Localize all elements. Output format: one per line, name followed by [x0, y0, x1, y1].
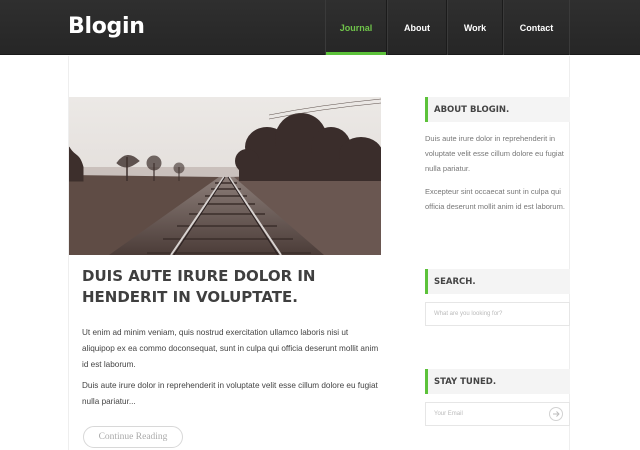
nav-item-work[interactable]: Work — [447, 0, 503, 55]
post-title[interactable]: DUIS AUTE IRURE DOLOR IN HENDERIT IN VOL… — [82, 266, 382, 308]
search-input[interactable]: What are you looking for? — [425, 302, 570, 326]
site-logo[interactable]: Blogin — [68, 14, 145, 39]
top-navigation-bar: Blogin Journal About Work Contact — [0, 0, 640, 55]
post-featured-image[interactable] — [69, 97, 381, 255]
about-text-2: Excepteur sint occaecat sunt in culpa qu… — [425, 187, 565, 211]
post-excerpt-paragraph-2: Duis aute irure dolor in reprehenderit i… — [82, 381, 378, 406]
post-excerpt-paragraph-1: Ut enim ad minim veniam, quis nostrud ex… — [82, 328, 379, 369]
main-nav: Journal About Work Contact — [325, 0, 570, 55]
about-text-1: Duis aute irure dolor in reprehenderit i… — [425, 134, 564, 173]
stay-tuned-widget-title: STAY TUNED. — [425, 369, 570, 394]
arrow-right-icon — [553, 411, 560, 417]
send-arrow-icon[interactable] — [549, 407, 563, 421]
nav-item-contact[interactable]: Contact — [503, 0, 570, 55]
about-widget-title: ABOUT BLOGIN. — [425, 97, 570, 122]
nav-item-about[interactable]: About — [387, 0, 447, 55]
continue-reading-button[interactable]: Continue Reading — [83, 426, 183, 448]
railway-photo — [69, 97, 381, 255]
search-widget-title: SEARCH. — [425, 269, 570, 294]
nav-item-journal[interactable]: Journal — [325, 0, 387, 55]
